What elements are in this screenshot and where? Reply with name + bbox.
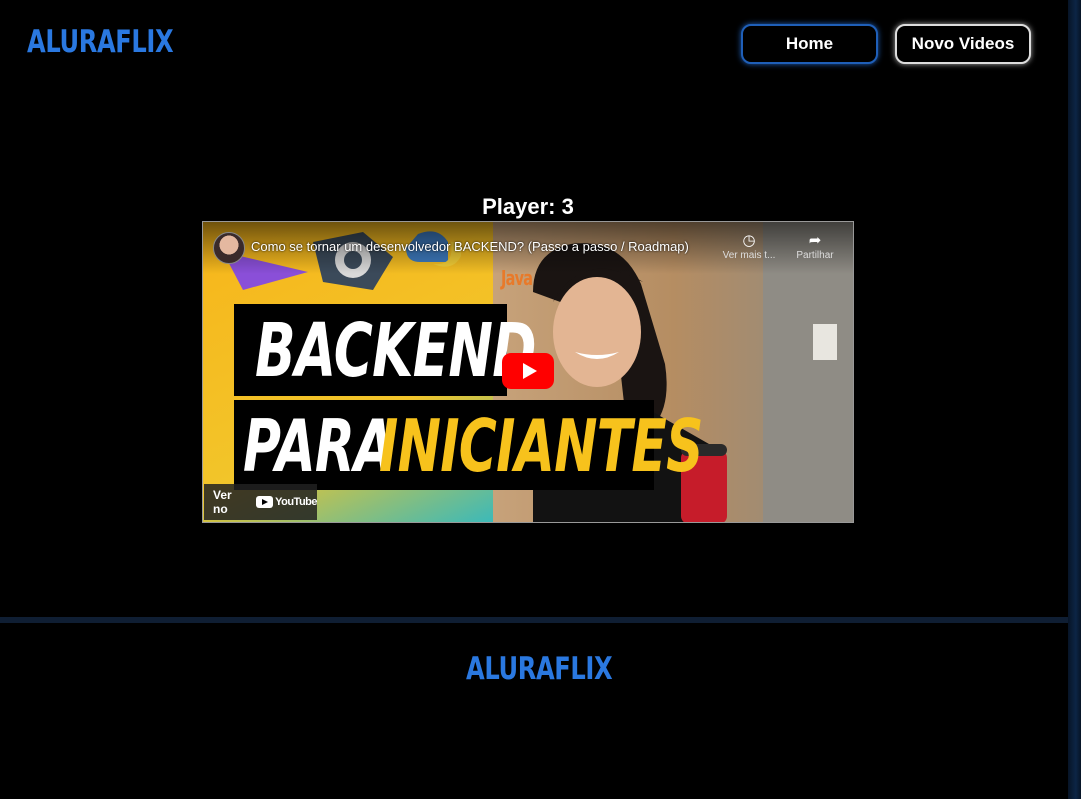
share-button[interactable]: ➦ Partilhar [785,232,845,261]
watch-on-youtube-button[interactable]: Ver no YouTube [204,484,317,520]
thumbnail-headline-backend: BACKEND [255,308,536,394]
youtube-player[interactable]: Como se tornar um desenvolvedor BACKEND?… [202,221,854,523]
header-logo[interactable]: ALURAFLIX [27,24,174,60]
thumbnail-headline-para: PARA [243,404,394,488]
page-scroll-edge [1068,0,1081,799]
footer-divider [0,617,1068,623]
watch-on-label: Ver no [213,488,232,516]
youtube-wordmark: YouTube [275,496,317,508]
home-button[interactable]: Home [741,24,878,64]
share-arrow-icon: ➦ [808,232,822,249]
watch-later-button[interactable]: ◷ Ver mais t... [719,232,779,261]
new-videos-button[interactable]: Novo Videos [895,24,1031,64]
video-title[interactable]: Como se tornar um desenvolvedor BACKEND?… [251,239,689,254]
channel-avatar[interactable] [213,232,245,264]
watch-later-label: Ver mais t... [722,250,776,261]
youtube-logo: YouTube [256,496,317,508]
play-button[interactable] [502,353,554,389]
clock-icon: ◷ [742,232,756,249]
share-label: Partilhar [796,250,834,261]
thumbnail-headline-iniciantes: INICIANTES [379,404,703,488]
java-badge: Java [501,266,533,290]
player-title: Player: 3 [482,194,574,219]
youtube-play-icon [256,496,274,508]
footer-logo[interactable]: ALURAFLIX [466,651,613,687]
